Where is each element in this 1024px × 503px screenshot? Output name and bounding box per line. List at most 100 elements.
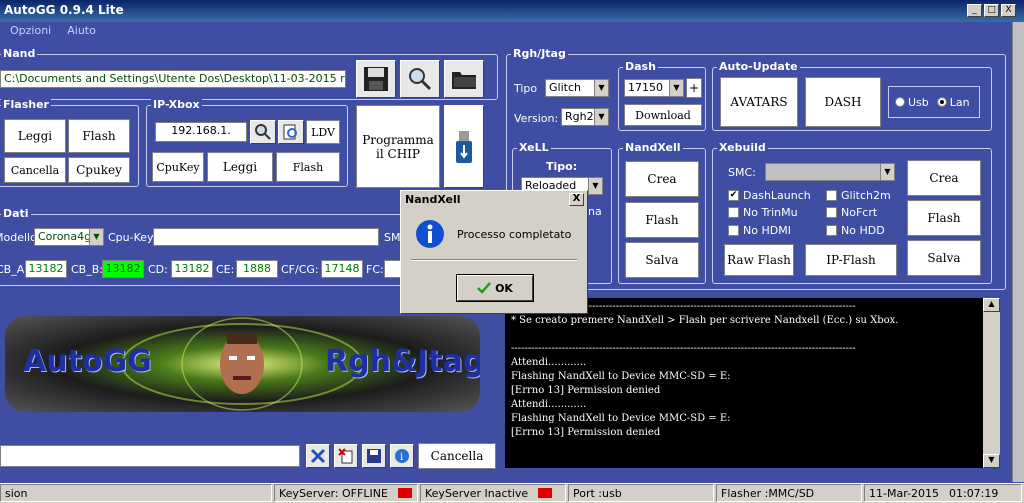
- xebuild-label: Xebuild: [717, 141, 768, 155]
- ip-field[interactable]: 192.168.1.: [155, 122, 247, 142]
- console-scrollbar[interactable]: ▲ ▼: [983, 298, 1000, 468]
- console-line: * Se creato premere NandXell > Flash per…: [511, 315, 899, 326]
- usb-radio-label: Usb: [908, 95, 929, 109]
- chevron-down-icon: ▼: [594, 80, 608, 96]
- nand-path-field[interactable]: C:\Documents and Settings\Utente Dos\Des…: [0, 70, 346, 88]
- bottom-path-field[interactable]: [0, 445, 300, 467]
- cd-value: 13182: [171, 260, 213, 278]
- ip-scan-button[interactable]: [278, 120, 304, 144]
- check-icon: [477, 282, 491, 294]
- nohdmi-checkbox[interactable]: No HDMI: [728, 224, 791, 237]
- keyinactive-indicator: [538, 488, 553, 498]
- nofcrt-checkbox[interactable]: NoFcrt: [826, 206, 877, 219]
- nohdd-checkbox[interactable]: No HDD: [826, 224, 885, 237]
- dati-label: Dati: [1, 207, 31, 221]
- close-button[interactable]: X: [1001, 4, 1016, 17]
- ipxbox-label: IP-Xbox: [151, 98, 202, 112]
- tools-button[interactable]: [306, 444, 330, 468]
- minimize-button[interactable]: _: [967, 4, 982, 17]
- usb-radio[interactable]: Usb: [895, 96, 929, 109]
- usb-icon: [456, 130, 472, 163]
- radio-selected-icon: [936, 97, 947, 107]
- menu-aiuto[interactable]: Aiuto: [67, 24, 96, 38]
- ip-leggi-button[interactable]: Leggi: [207, 152, 273, 182]
- window-title: AutoGG 0.9.4 Lite: [4, 3, 124, 17]
- menu-opzioni[interactable]: Opzioni: [10, 24, 51, 38]
- ldv-button[interactable]: LDV: [306, 120, 340, 144]
- ip-search-button[interactable]: [250, 120, 276, 144]
- scroll-down-icon[interactable]: ▼: [983, 454, 1000, 468]
- nandxell-crea-button[interactable]: Crea: [625, 161, 699, 197]
- info-icon: [416, 220, 444, 248]
- dash-add-button[interactable]: +: [686, 78, 702, 98]
- checkbox-icon: [728, 207, 739, 218]
- flasher-cancella-button[interactable]: Cancella: [4, 157, 66, 183]
- xebuild-salva-button[interactable]: Salva: [907, 240, 981, 276]
- bottom-cancella-button[interactable]: Cancella: [418, 443, 496, 469]
- avatars-button[interactable]: AVATARS: [720, 77, 798, 127]
- flasher-flash-button[interactable]: Flash: [68, 119, 130, 153]
- nandxell-flash-button[interactable]: Flash: [625, 202, 699, 238]
- dashlaunch-checkbox[interactable]: ✔ DashLaunch: [728, 189, 811, 202]
- info-icon: i: [395, 449, 409, 463]
- save-small-button[interactable]: [362, 444, 386, 468]
- usb-button[interactable]: [444, 105, 484, 188]
- console-line: Attendi............: [511, 357, 587, 368]
- search-button[interactable]: [400, 60, 440, 98]
- console-line: [Errno 13] Permission denied: [511, 427, 661, 438]
- tipo-select[interactable]: Glitch ▼: [545, 79, 609, 97]
- radio-icon: [895, 97, 905, 107]
- flasher-leggi-button[interactable]: Leggi: [4, 119, 66, 153]
- glitch2m-checkbox[interactable]: Glitch2m: [826, 189, 891, 202]
- ip-flash-button[interactable]: Flash: [276, 152, 340, 182]
- status-date: 11-Mar-2015: [869, 486, 939, 500]
- cbb-value: 13182: [102, 260, 144, 278]
- version-select[interactable]: Rgh2 ▼: [561, 108, 609, 126]
- glitch2m-label: Glitch2m: [841, 189, 891, 202]
- ipflash-button[interactable]: IP-Flash: [805, 244, 897, 276]
- ip-cpukey-button[interactable]: CpuKey: [152, 152, 204, 182]
- modello-value: Corona4g: [38, 230, 92, 243]
- open-folder-button[interactable]: [444, 60, 484, 98]
- lan-radio[interactable]: Lan: [936, 96, 970, 109]
- nandxell-salva-button[interactable]: Salva: [625, 242, 699, 278]
- download-button[interactable]: Download: [624, 104, 702, 126]
- cfcg-value: 17148: [321, 260, 363, 278]
- autoupdate-label: Auto-Update: [717, 60, 800, 74]
- scroll-up-icon[interactable]: ▲: [983, 298, 1000, 312]
- cpukey-field[interactable]: [153, 228, 379, 246]
- modello-select[interactable]: Corona4g ▼: [34, 228, 104, 246]
- xebuild-crea-button[interactable]: Crea: [907, 160, 981, 196]
- info-button[interactable]: i: [390, 444, 414, 468]
- window-scrollbar[interactable]: [1012, 22, 1024, 482]
- dash-select[interactable]: 17150 ▼: [624, 79, 684, 97]
- rghjtag-label: Rgh/Jtag: [511, 47, 568, 61]
- console-line: Flashing NandXell to Device MMC-SD = E:: [511, 413, 731, 424]
- notrinmu-checkbox[interactable]: No TrinMu: [728, 206, 798, 219]
- dialog-message: Processo completato: [457, 227, 572, 241]
- smc-select[interactable]: ▼: [765, 163, 895, 181]
- dialog-ok-button[interactable]: OK: [456, 274, 534, 302]
- cba-value: 13182: [25, 260, 67, 278]
- save-button[interactable]: [356, 60, 396, 98]
- xebuild-flash-button[interactable]: Flash: [907, 200, 981, 236]
- chevron-down-icon: ▼: [588, 178, 602, 194]
- dash-update-button[interactable]: DASH: [805, 77, 881, 127]
- checkbox-icon: [826, 225, 837, 236]
- chevron-down-icon: ▼: [880, 164, 894, 180]
- maximize-button[interactable]: □: [984, 4, 999, 17]
- status-port: Port :usb: [568, 484, 714, 502]
- delete-file-icon: [338, 448, 353, 464]
- delete-file-button[interactable]: [334, 444, 358, 468]
- tipo-label: Tipo: [514, 82, 538, 95]
- nand-label: Nand: [1, 47, 38, 61]
- dialog-close-button[interactable]: X: [569, 193, 584, 206]
- rawflash-button[interactable]: Raw Flash: [724, 244, 794, 276]
- chevron-down-icon: ▼: [669, 80, 683, 96]
- window-controls: _ □ X: [967, 4, 1016, 17]
- programma-chip-button[interactable]: Programma il CHIP: [356, 105, 440, 188]
- title-bar: AutoGG 0.9.4 Lite: [0, 0, 1024, 22]
- flasher-cpukey-button[interactable]: Cpukey: [68, 157, 130, 183]
- chevron-down-icon: ▼: [89, 229, 103, 245]
